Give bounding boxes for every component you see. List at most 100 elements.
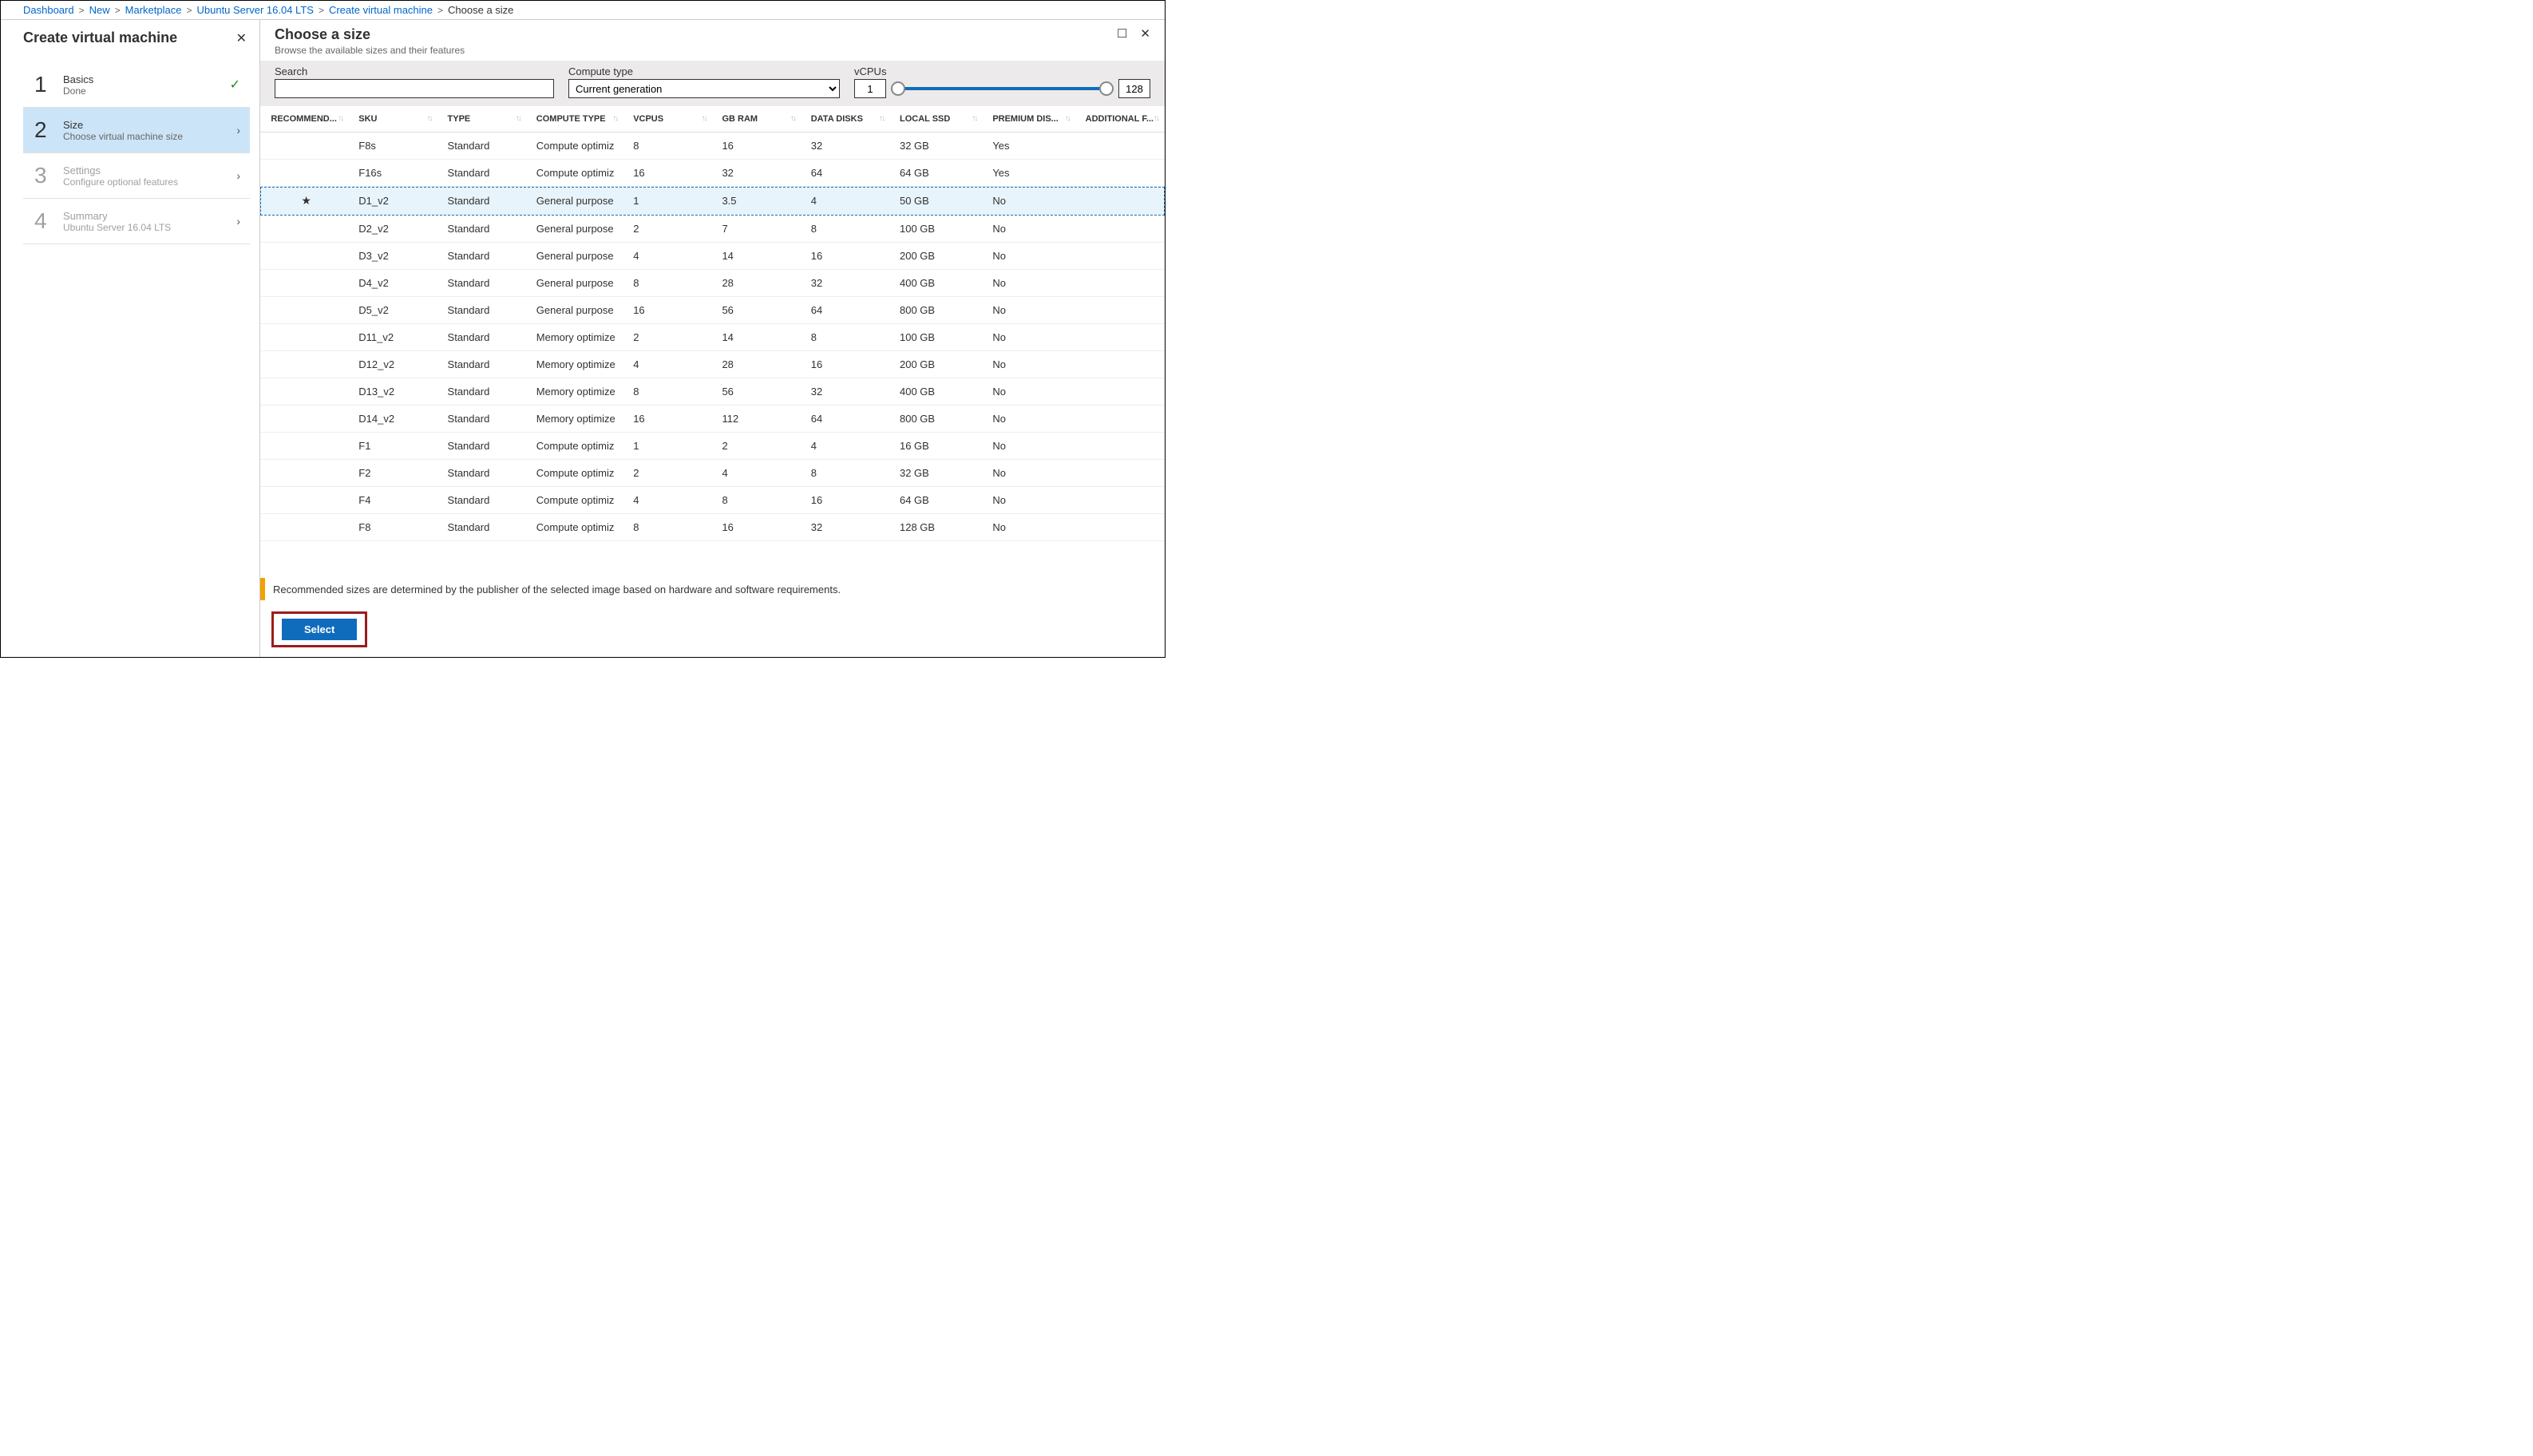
cell-vcpus: 2 (623, 324, 712, 351)
breadcrumb-item[interactable]: New (89, 4, 110, 16)
select-button[interactable]: Select (282, 619, 357, 640)
cell-ram: 32 (712, 160, 801, 187)
wizard-step-basics[interactable]: 1 Basics Done ✓ (23, 62, 250, 108)
breadcrumb-item[interactable]: Create virtual machine (329, 4, 433, 16)
breadcrumb-item[interactable]: Dashboard (23, 4, 74, 16)
column-header[interactable]: TYPE↑↓ (438, 106, 527, 133)
size-table: RECOMMEND...↑↓SKU↑↓TYPE↑↓COMPUTE TYPE↑↓V… (260, 106, 1165, 541)
breadcrumb-item[interactable]: Ubuntu Server 16.04 LTS (196, 4, 313, 16)
cell-sku: D13_v2 (349, 378, 437, 406)
cell-data-disks: 4 (801, 187, 890, 216)
table-row[interactable]: D5_v2 Standard General purpose 16 56 64 … (260, 297, 1165, 324)
table-row[interactable]: F8 Standard Compute optimiz 8 16 32 128 … (260, 514, 1165, 541)
cell-additional (1076, 378, 1165, 406)
wizard-title: Create virtual machine (23, 30, 177, 46)
table-row[interactable]: ★ D1_v2 Standard General purpose 1 3.5 4… (260, 187, 1165, 216)
cell-type: Standard (438, 324, 527, 351)
cell-premium-disk: No (983, 487, 1075, 514)
cell-data-disks: 64 (801, 297, 890, 324)
maximize-button[interactable]: ☐ (1117, 26, 1127, 41)
table-row[interactable]: F8s Standard Compute optimiz 8 16 32 32 … (260, 133, 1165, 160)
cell-ram: 14 (712, 243, 801, 270)
table-row[interactable]: F16s Standard Compute optimiz 16 32 64 6… (260, 160, 1165, 187)
table-row[interactable]: D4_v2 Standard General purpose 8 28 32 4… (260, 270, 1165, 297)
cell-recommended (260, 216, 349, 243)
column-header[interactable]: PREMIUM DIS...↑↓ (983, 106, 1075, 133)
cell-type: Standard (438, 460, 527, 487)
breadcrumb-item[interactable]: Marketplace (125, 4, 182, 16)
column-header[interactable]: SKU↑↓ (349, 106, 437, 133)
wizard-step-settings[interactable]: 3 Settings Configure optional features › (23, 153, 250, 199)
cell-premium-disk: No (983, 324, 1075, 351)
cell-sku: D14_v2 (349, 406, 437, 433)
cell-data-disks: 8 (801, 460, 890, 487)
cell-additional (1076, 133, 1165, 160)
table-row[interactable]: D11_v2 Standard Memory optimize 2 14 8 1… (260, 324, 1165, 351)
cell-ram: 3.5 (712, 187, 801, 216)
table-row[interactable]: F4 Standard Compute optimiz 4 8 16 64 GB… (260, 487, 1165, 514)
star-icon: ★ (301, 194, 311, 207)
cell-premium-disk: No (983, 433, 1075, 460)
cell-type: Standard (438, 297, 527, 324)
content-panel: Choose a size Browse the available sizes… (260, 20, 1165, 657)
table-row[interactable]: D2_v2 Standard General purpose 2 7 8 100… (260, 216, 1165, 243)
chevron-right-icon: > (79, 5, 85, 16)
cell-ram: 56 (712, 378, 801, 406)
column-header[interactable]: VCPUS↑↓ (623, 106, 712, 133)
search-input[interactable] (275, 79, 554, 98)
cell-ram: 112 (712, 406, 801, 433)
cell-compute-type: General purpose (527, 187, 623, 216)
slider-thumb-max[interactable] (1099, 81, 1114, 96)
table-row[interactable]: D3_v2 Standard General purpose 4 14 16 2… (260, 243, 1165, 270)
vcpu-slider[interactable] (891, 79, 1114, 98)
sort-icon: ↑↓ (516, 114, 520, 123)
cell-additional (1076, 433, 1165, 460)
compute-type-select[interactable]: Current generation (568, 79, 840, 98)
cell-ram: 16 (712, 514, 801, 541)
sort-icon: ↑↓ (612, 114, 617, 123)
vcpu-min-input[interactable] (854, 79, 886, 98)
cell-additional (1076, 351, 1165, 378)
cell-type: Standard (438, 160, 527, 187)
cell-compute-type: Memory optimize (527, 406, 623, 433)
column-header[interactable]: RECOMMEND...↑↓ (260, 106, 349, 133)
cell-data-disks: 32 (801, 270, 890, 297)
chevron-right-icon: › (236, 124, 240, 136)
cell-compute-type: Memory optimize (527, 351, 623, 378)
cell-local-ssd: 200 GB (890, 243, 983, 270)
cell-additional (1076, 460, 1165, 487)
close-wizard-button[interactable]: ✕ (236, 30, 247, 46)
cell-recommended (260, 433, 349, 460)
table-row[interactable]: D14_v2 Standard Memory optimize 16 112 6… (260, 406, 1165, 433)
vcpu-max-input[interactable] (1118, 79, 1150, 98)
cell-recommended (260, 460, 349, 487)
table-row[interactable]: F1 Standard Compute optimiz 1 2 4 16 GB … (260, 433, 1165, 460)
cell-sku: F2 (349, 460, 437, 487)
cell-compute-type: Memory optimize (527, 378, 623, 406)
cell-ram: 8 (712, 487, 801, 514)
column-header[interactable]: GB RAM↑↓ (712, 106, 801, 133)
wizard-step-summary[interactable]: 4 Summary Ubuntu Server 16.04 LTS › (23, 199, 250, 244)
cell-local-ssd: 200 GB (890, 351, 983, 378)
cell-vcpus: 4 (623, 487, 712, 514)
close-button[interactable]: ✕ (1140, 26, 1150, 41)
wizard-step-size[interactable]: 2 Size Choose virtual machine size › (23, 108, 250, 153)
cell-premium-disk: Yes (983, 133, 1075, 160)
cell-sku: F4 (349, 487, 437, 514)
slider-thumb-min[interactable] (891, 81, 905, 96)
column-header[interactable]: DATA DISKS↑↓ (801, 106, 890, 133)
step-title: Settings (63, 164, 225, 176)
filter-bar: Search Compute type Current generation v… (260, 61, 1165, 106)
table-row[interactable]: D12_v2 Standard Memory optimize 4 28 16 … (260, 351, 1165, 378)
sort-icon: ↑↓ (338, 114, 342, 123)
column-header[interactable]: LOCAL SSD↑↓ (890, 106, 983, 133)
cell-vcpus: 2 (623, 460, 712, 487)
cell-data-disks: 32 (801, 133, 890, 160)
table-row[interactable]: D13_v2 Standard Memory optimize 8 56 32 … (260, 378, 1165, 406)
chevron-right-icon: > (115, 5, 121, 16)
step-subtitle: Choose virtual machine size (63, 131, 225, 142)
column-header[interactable]: COMPUTE TYPE↑↓ (527, 106, 623, 133)
column-header[interactable]: ADDITIONAL F...↑↓ (1076, 106, 1165, 133)
table-row[interactable]: F2 Standard Compute optimiz 2 4 8 32 GB … (260, 460, 1165, 487)
cell-type: Standard (438, 514, 527, 541)
